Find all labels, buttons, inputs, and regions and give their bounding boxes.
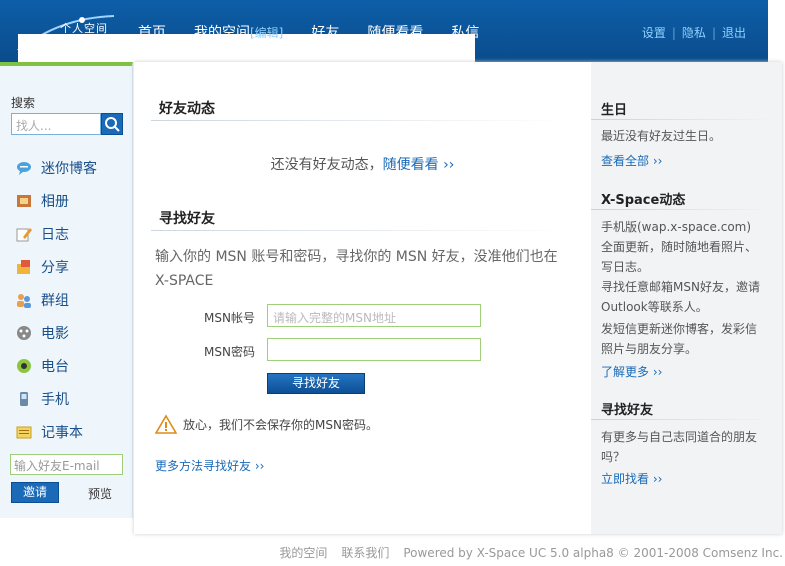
privacy-link[interactable]: 隐私	[682, 26, 706, 40]
xspace-divider	[591, 209, 771, 210]
group-people-icon	[17, 293, 31, 308]
nav-edit-link[interactable]: [编辑]	[250, 26, 283, 40]
find-friends-button[interactable]: 寻找好友	[267, 373, 365, 394]
sidebar-item-radio[interactable]: 电台	[15, 349, 97, 382]
sidebar-menu: 迷你博客 相册 日志 分享 群组 电影 电台 手机 记事本	[15, 151, 97, 448]
top-header: 个人空间 X-SPACE 首页 我的空间[编辑] 好友 随便看看 私信 设置 | 隐…	[0, 0, 768, 506]
sidebar-item-album[interactable]: 相册	[15, 184, 97, 217]
nav-my-space-link[interactable]: 我的空间	[194, 25, 250, 41]
xspace-news-2: 寻找任意邮箱MSN好友，邀请Outlook等联系人。	[601, 280, 760, 314]
sidebar-item-mini-blog[interactable]: 迷你博客	[15, 151, 97, 184]
film-reel-icon	[17, 325, 31, 340]
sidebar-item-groups[interactable]: 群组	[15, 283, 97, 316]
browse-link[interactable]: 随便看看 ››	[383, 157, 455, 173]
find-description: 输入你的 MSN 账号和密码，寻找你的 MSN 好友，没准他们也在 X-SPAC…	[155, 249, 558, 289]
search-button[interactable]	[101, 113, 123, 135]
msn-password-label: MSN密码	[204, 345, 255, 359]
invite-button[interactable]: 邀请	[11, 482, 59, 503]
share-folder-icon	[17, 259, 30, 274]
main-content: 好友动态 还没有好友动态，随便看看 ›› 寻找好友 输入你的 MSN 账号和密码…	[134, 62, 591, 534]
main-nav: 首页 我的空间[编辑] 好友 随便看看 私信	[138, 22, 507, 42]
find-friends-title: 寻找好友	[159, 211, 215, 227]
nav-messages[interactable]: 私信	[451, 22, 479, 42]
privacy-warning: 放心，我们不会保存你的MSN密码。	[155, 414, 378, 434]
right-find-text: 有更多与自己志同道合的朋友吗？	[601, 430, 758, 464]
chat-bubble-icon	[17, 161, 31, 175]
feed-divider	[151, 120, 571, 121]
msn-account-label: MSN帐号	[204, 311, 255, 325]
pencil-note-icon	[16, 227, 32, 241]
photo-album-icon	[17, 194, 31, 207]
notepad-icon	[16, 426, 32, 438]
friend-feed-title: 好友动态	[159, 101, 215, 117]
learn-more-link[interactable]: 了解更多 ››	[601, 363, 662, 380]
right-sidebar: 生日 最近没有好友过生日。 查看全部 ›› X-Space动态 手机版(wap.…	[591, 62, 782, 534]
view-all-birthdays-link[interactable]: 查看全部 ››	[601, 152, 662, 169]
xspace-logo[interactable]: 个人空间 X-SPACE	[18, 14, 475, 506]
xspace-news-1: 手机版(wap.x-space.com)全面更新，随时随地看照片、写日志。	[601, 220, 758, 274]
sidebar-item-blog[interactable]: 日志	[15, 217, 97, 250]
msn-password-field[interactable]	[267, 338, 481, 361]
nav-home[interactable]: 首页	[138, 22, 166, 42]
right-find-title: 寻找好友	[601, 403, 654, 418]
feed-empty-message: 还没有好友动态，随便看看 ››	[270, 157, 455, 173]
search-label: 搜索	[11, 96, 36, 110]
settings-link[interactable]: 设置	[642, 26, 666, 40]
xspace-news-3: 发短信更新迷你博客，发彩信照片与朋友分享。	[601, 322, 758, 356]
nav-browse[interactable]: 随便看看	[367, 22, 423, 42]
top-links: 设置 | 隐私 | 退出	[641, 26, 746, 40]
xspace-news-title: X-Space动态	[601, 193, 686, 208]
birthday-divider	[591, 119, 771, 120]
search-input[interactable]: 找人...	[11, 113, 101, 135]
nav-my-space: 我的空间[编辑]	[194, 22, 283, 42]
powered-by-text: Powered by X-Space UC 5.0 alpha8 © 2001-…	[403, 546, 783, 560]
preview-link[interactable]: 预览	[88, 485, 112, 502]
sidebar-item-notepad[interactable]: 记事本	[15, 415, 97, 448]
more-methods-link[interactable]: 更多方法寻找好友 ››	[155, 457, 264, 474]
sidebar-item-share[interactable]: 分享	[15, 250, 97, 283]
right-find-divider	[591, 419, 771, 420]
logout-link[interactable]: 退出	[722, 26, 746, 40]
left-sidebar: 搜索 找人... 迷你博客 相册 日志 分享 群组 电影 电台 手机 记事本 输…	[0, 62, 133, 518]
nav-friends[interactable]: 好友	[311, 22, 339, 42]
find-now-link[interactable]: 立即找看 ››	[601, 470, 662, 487]
invite-email-field[interactable]: 输入好友E-mail	[10, 454, 123, 475]
msn-account-field[interactable]: 请输入完整的MSN地址	[267, 304, 481, 327]
footer-my-space-link[interactable]: 我的空间	[279, 546, 327, 560]
mobile-phone-icon	[20, 391, 28, 406]
sidebar-item-movies[interactable]: 电影	[15, 316, 97, 349]
footer-contact-link[interactable]: 联系我们	[341, 546, 389, 560]
search-icon	[105, 117, 120, 132]
birthday-title: 生日	[601, 103, 628, 118]
find-divider	[151, 230, 571, 231]
birthday-text: 最近没有好友过生日。	[601, 129, 722, 143]
footer: 我的空间 联系我们 Powered by X-Space UC 5.0 alpha8…	[279, 544, 783, 561]
radio-disc-icon	[17, 358, 31, 373]
warning-icon	[155, 414, 177, 434]
sidebar-item-mobile[interactable]: 手机	[15, 382, 97, 415]
